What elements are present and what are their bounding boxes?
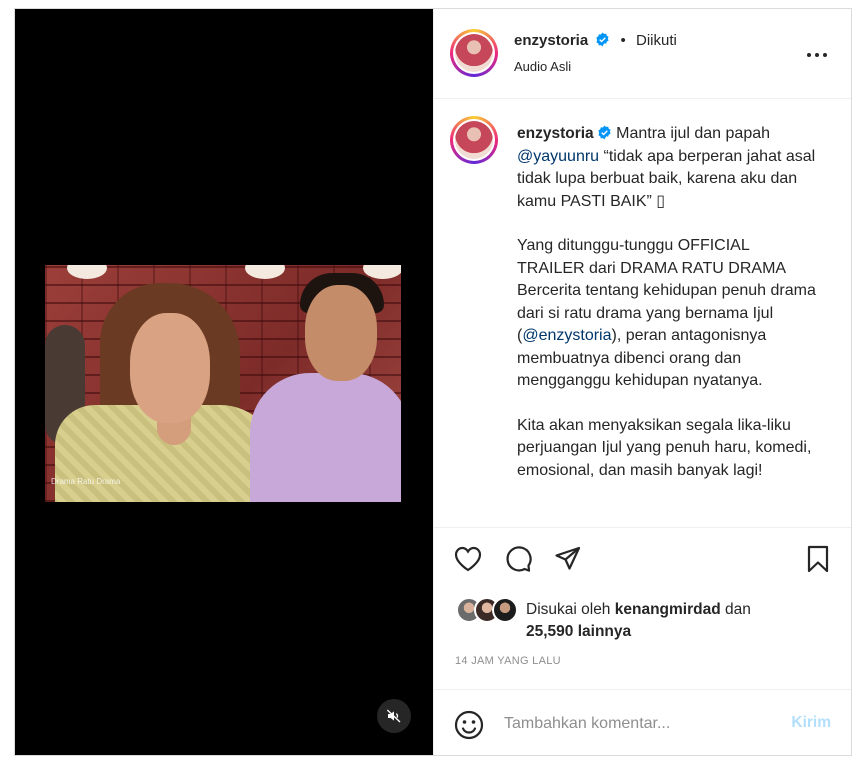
caption-section: enzystoria Mantra ijul dan papah @yayuun…: [434, 100, 851, 528]
video-pane[interactable]: Drama Ratu Drama: [15, 9, 433, 755]
mute-button[interactable]: [377, 699, 411, 733]
send-comment-button[interactable]: Kirim: [791, 714, 831, 732]
avatar-image: [455, 121, 493, 159]
emoji-icon: [454, 710, 484, 740]
comment-input[interactable]: [504, 712, 774, 736]
verified-icon: [598, 125, 611, 140]
post-header: enzystoria • Diikuti Audio Asli: [434, 9, 851, 99]
caption-paragraph-3: Kita akan menyaksikan segala lika-liku p…: [517, 416, 812, 479]
video-watermark: Drama Ratu Drama: [51, 477, 121, 486]
post-timestamp[interactable]: 14 JAM YANG LALU: [455, 655, 561, 667]
comment-button[interactable]: [502, 543, 534, 575]
heart-icon: [454, 546, 482, 572]
separator-dot: •: [620, 32, 626, 49]
actor-face: [305, 285, 377, 381]
avatar: [492, 597, 518, 623]
likes-prefix: Disukai oleh: [526, 601, 611, 618]
comment-icon: [506, 546, 532, 572]
author-username[interactable]: enzystoria: [514, 32, 588, 49]
mute-icon: [386, 709, 401, 723]
liker-avatars[interactable]: [456, 597, 522, 625]
bookmark-icon: [807, 545, 829, 573]
likes-text: Disukai oleh kenangmirdad dan 25,590 lai…: [526, 599, 836, 643]
action-bar: [434, 543, 851, 583]
audio-label[interactable]: Audio Asli: [514, 59, 571, 74]
save-button[interactable]: [802, 543, 834, 575]
mention-link[interactable]: @enzystoria: [522, 327, 611, 344]
more-options-button[interactable]: [805, 43, 829, 67]
author-avatar[interactable]: [450, 29, 498, 77]
verified-icon: [596, 32, 609, 47]
share-icon: [555, 546, 581, 570]
like-button[interactable]: [452, 543, 484, 575]
post-details: enzystoria • Diikuti Audio Asli enzystor…: [433, 9, 851, 755]
caption-text: enzystoria Mantra ijul dan papah @yayuun…: [517, 123, 817, 482]
actor-shirt: [250, 373, 401, 502]
comment-bar: Kirim: [434, 689, 851, 755]
caption-username[interactable]: enzystoria: [517, 125, 594, 142]
caption-lead: Mantra ijul dan papah: [616, 125, 771, 142]
caption-author-avatar[interactable]: [450, 116, 498, 164]
likes-conjunction: dan: [725, 601, 751, 618]
emoji-button[interactable]: [454, 710, 484, 740]
emoji-placeholder: ▯: [656, 192, 666, 210]
mention-link[interactable]: @yayuunru: [517, 148, 599, 165]
avatar-image: [455, 34, 493, 72]
post-dialog: Drama Ratu Drama enzystoria • Diikuti Au…: [14, 8, 852, 756]
header-title-row: enzystoria • Diikuti: [514, 32, 677, 49]
share-button[interactable]: [552, 543, 584, 575]
caption-paragraph-2: Yang ditunggu-tunggu OFFICIAL TRAILER da…: [517, 235, 817, 393]
actress-face: [130, 313, 210, 423]
video-player[interactable]: Drama Ratu Drama: [45, 265, 401, 502]
caption-paragraph-1: enzystoria Mantra ijul dan papah @yayuun…: [517, 123, 817, 213]
likes-count-link[interactable]: 25,590 lainnya: [526, 623, 631, 640]
follow-state-button[interactable]: Diikuti: [636, 32, 677, 49]
more-icon: [807, 53, 827, 57]
liker-username[interactable]: kenangmirdad: [615, 601, 721, 618]
